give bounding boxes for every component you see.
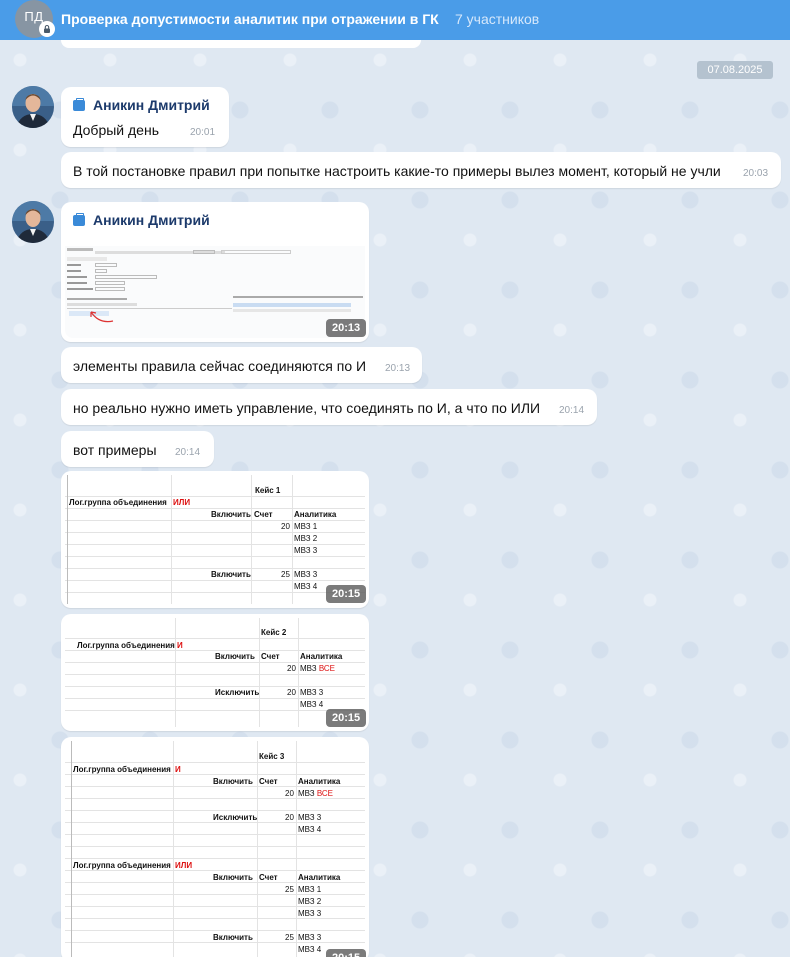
sender-avatar[interactable] <box>12 86 54 128</box>
col-analytics: Аналитика <box>294 510 337 519</box>
cell-account: 20 <box>285 789 294 798</box>
cell-analytics-text: МВЗ <box>298 789 315 798</box>
image-message[interactable]: Кейс 2 Лог.группа объединения И Включить… <box>61 614 369 731</box>
cell-account: 20 <box>281 522 290 531</box>
spreadsheet-case3[interactable]: Кейс 3 Лог.группа объединения И Включить… <box>65 741 365 957</box>
col-account: Счет <box>259 777 278 786</box>
cell-action: Включить <box>211 570 251 579</box>
col-analytics: Аналитика <box>298 873 341 882</box>
group-operator: И <box>177 641 183 650</box>
cell-action: Исключить <box>215 688 260 697</box>
cell-analytics-all: ВСЕ <box>316 789 333 798</box>
chat-title[interactable]: Проверка допустимости аналитик при отраж… <box>61 11 439 27</box>
col-action: Включить <box>211 510 251 519</box>
image-message[interactable]: Кейс 1 Лог.группа объединения ИЛИ Включи… <box>61 471 369 608</box>
col-action: Включить <box>213 873 253 882</box>
case-title: Кейс 1 <box>255 486 281 495</box>
cell-account: 20 <box>285 813 294 822</box>
message-time: 20:01 <box>190 127 216 138</box>
lock-icon <box>39 21 55 37</box>
col-account: Счет <box>254 510 273 519</box>
message-time: 20:15 <box>326 949 367 957</box>
cell-action: Исключить <box>213 813 258 822</box>
cell-account: 25 <box>281 570 290 579</box>
message-time: 20:13 <box>326 319 367 337</box>
message-time: 20:14 <box>559 405 585 416</box>
message-bubble[interactable]: вот примеры 20:14 <box>61 431 214 467</box>
date-divider: 07.08.2025 <box>697 61 773 79</box>
sender-avatar[interactable] <box>12 201 54 243</box>
cell-analytics: МВЗ ВСЕ <box>300 664 335 673</box>
message-text: элементы правила сейчас соединяются по И <box>73 358 367 374</box>
case-title: Кейс 3 <box>259 752 285 761</box>
col-analytics: Аналитика <box>298 777 341 786</box>
cell-analytics: МВЗ 3 <box>294 546 318 555</box>
message-bubble[interactable]: В той постановке правил при попытке наст… <box>61 152 781 188</box>
cell-analytics: МВЗ 3 <box>298 909 322 918</box>
message-time: 20:15 <box>326 709 367 727</box>
cell-account: 25 <box>285 933 294 942</box>
cell-analytics: МВЗ 3 <box>294 570 318 579</box>
group-avatar-initials: ПД <box>24 8 44 24</box>
message-time: 20:14 <box>175 447 201 458</box>
previous-message-stub <box>61 40 421 48</box>
message-text: В той постановке правил при попытке наст… <box>73 163 721 179</box>
cell-analytics: МВЗ 2 <box>298 897 322 906</box>
cell-analytics: МВЗ 4 <box>294 582 318 591</box>
cell-analytics: МВЗ 3 <box>298 813 322 822</box>
sender-name-text: Аникин Дмитрий <box>93 97 210 113</box>
col-account: Счет <box>261 652 280 661</box>
group-label: Лог.группа объединения <box>69 498 167 507</box>
cell-analytics: МВЗ ВСЕ <box>298 789 333 798</box>
cell-analytics: МВЗ 1 <box>294 522 318 531</box>
member-count[interactable]: 7 участников <box>455 11 539 27</box>
cell-analytics: МВЗ 1 <box>298 885 322 894</box>
message-bubble[interactable]: элементы правила сейчас соединяются по И… <box>61 347 422 383</box>
cell-analytics: МВЗ 4 <box>300 700 324 709</box>
message-text: но реально нужно иметь управление, что с… <box>73 400 541 416</box>
cell-account: 25 <box>285 885 294 894</box>
cell-account: 20 <box>287 688 296 697</box>
cell-analytics-all: ВСЕ <box>318 664 335 673</box>
chat-header[interactable]: ПД Проверка допустимости аналитик при от… <box>0 0 790 40</box>
group-operator: И <box>175 765 181 774</box>
message-time: 20:15 <box>326 585 367 603</box>
image-message[interactable]: Аникин Дмитрий 20:13 <box>61 202 369 342</box>
message-text: Добрый день <box>73 122 159 138</box>
sender-name-text: Аникин Дмитрий <box>93 212 210 228</box>
cell-analytics: МВЗ 3 <box>300 688 324 697</box>
sender-name[interactable]: Аникин Дмитрий <box>73 212 210 228</box>
briefcase-icon <box>73 212 85 226</box>
col-analytics: Аналитика <box>300 652 343 661</box>
col-action: Включить <box>213 777 253 786</box>
spreadsheet-case2[interactable]: Кейс 2 Лог.группа объединения И Включить… <box>65 618 365 727</box>
message-time: 20:03 <box>743 168 769 179</box>
spreadsheet-case1[interactable]: Кейс 1 Лог.группа объединения ИЛИ Включи… <box>65 475 365 604</box>
group-operator: ИЛИ <box>173 498 191 507</box>
group-label: Лог.группа объединения <box>73 765 171 774</box>
group-operator: ИЛИ <box>175 861 193 870</box>
message-bubble[interactable]: Аникин Дмитрий Добрый день 20:01 <box>61 87 229 147</box>
col-account: Счет <box>259 873 278 882</box>
col-action: Включить <box>215 652 255 661</box>
briefcase-icon <box>73 97 85 111</box>
attached-screenshot[interactable] <box>65 246 365 338</box>
cell-action: Включить <box>213 933 253 942</box>
cell-analytics: МВЗ 4 <box>298 825 322 834</box>
message-text: вот примеры <box>73 442 157 458</box>
message-time: 20:13 <box>385 363 411 374</box>
message-bubble[interactable]: но реально нужно иметь управление, что с… <box>61 389 597 425</box>
cell-analytics: МВЗ 4 <box>298 945 322 954</box>
sender-name[interactable]: Аникин Дмитрий <box>73 97 210 113</box>
cell-analytics-text: МВЗ <box>300 664 317 673</box>
group-label: Лог.группа объединения <box>77 641 175 650</box>
case-title: Кейс 2 <box>261 628 287 637</box>
cell-analytics: МВЗ 2 <box>294 534 318 543</box>
image-message[interactable]: Кейс 3 Лог.группа объединения И Включить… <box>61 737 369 957</box>
group-label: Лог.группа объединения <box>73 861 171 870</box>
cell-account: 20 <box>287 664 296 673</box>
cell-analytics: МВЗ 3 <box>298 933 322 942</box>
